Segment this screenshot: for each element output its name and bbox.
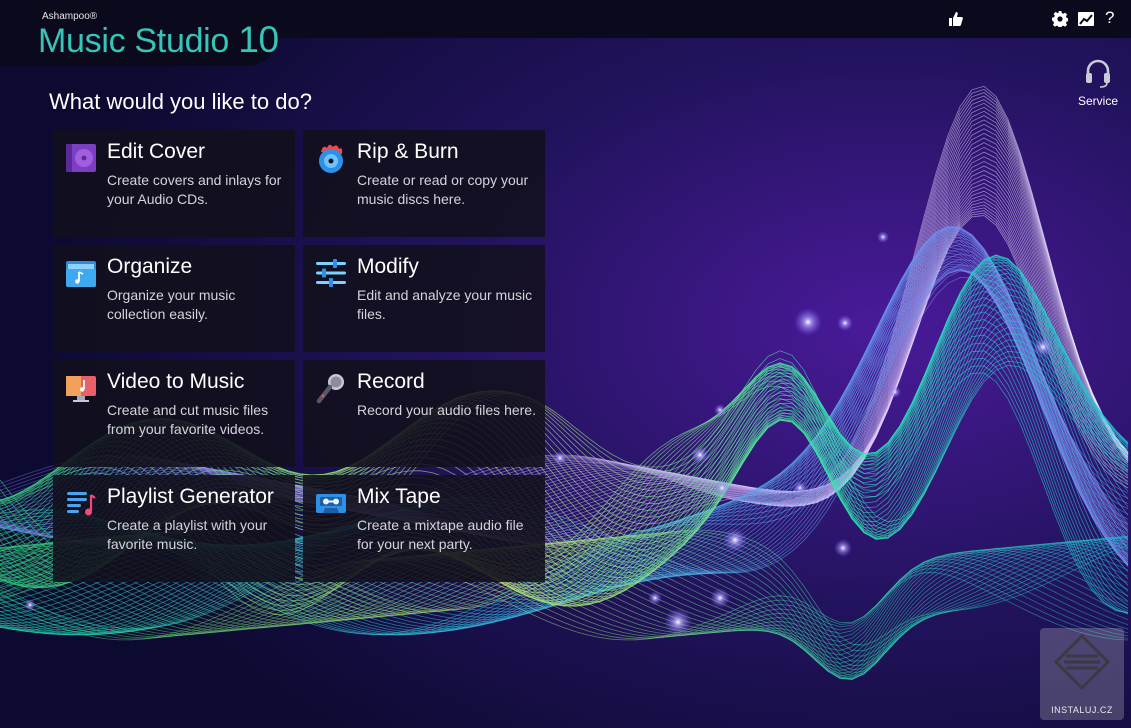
app-name: Music Studio [38,22,230,60]
tile-description: Edit and analyze your music files. [357,287,533,322]
app-logo: Ashampoo® Music Studio 10 [0,0,280,66]
microphone-icon [316,374,344,404]
playlist-icon [67,492,96,516]
tile-edit-cover[interactable]: Edit Cover Create covers and inlays for … [53,130,295,237]
app-version: 10 [238,19,279,60]
tile-title: Organize [107,255,193,278]
tile-organize[interactable]: Organize Organize your music collection … [53,245,295,352]
watermark-emblem-icon [1053,633,1111,691]
disc-case-icon [66,144,96,172]
tile-title: Edit Cover [107,140,206,163]
service-button[interactable]: Service [1071,58,1125,108]
burning-disc-icon [319,144,343,173]
tile-description: Record your audio files here. [357,402,536,418]
app-title: Music Studio 10 [38,19,279,61]
cassette-icon [316,494,346,513]
tile-title: Mix Tape [357,485,441,508]
tile-modify[interactable]: Modify Edit and analyze your music files… [303,245,545,352]
tile-mix-tape[interactable]: Mix Tape Create a mixtape audio file for… [303,475,545,582]
tile-description: Create and cut music files from your fav… [107,402,269,437]
tile-description: Create covers and inlays for your Audio … [107,172,282,207]
service-label: Service [1077,94,1118,108]
task-grid: Edit Cover Create covers and inlays for … [53,130,547,582]
tile-title: Video to Music [107,370,245,393]
tile-title: Record [357,370,425,393]
help-button[interactable]: ? [1105,8,1114,28]
tile-playlist-generator[interactable]: Playlist Generator Create a playlist wit… [53,475,295,582]
tile-video-to-music[interactable]: Video to Music Create and cut music file… [53,360,295,467]
tile-title: Rip & Burn [357,140,459,163]
watermark-logo: INSTALUJ.CZ [1040,628,1124,720]
chart-icon[interactable] [1078,11,1094,27]
tile-description: Create a mixtape audio file for your nex… [357,517,524,552]
tile-title: Playlist Generator [107,485,274,508]
watermark-text: INSTALUJ.CZ [1051,705,1113,715]
tile-rip-burn[interactable]: Rip & Burn Create or read or copy your m… [303,130,545,237]
page-title: What would you like to do? [49,89,312,114]
tile-record[interactable]: Record Record your audio files here. [303,360,545,467]
headset-icon [1086,59,1110,88]
sliders-icon [316,259,346,287]
gear-icon[interactable] [1052,11,1068,27]
video-monitor-icon [66,376,96,402]
tile-title: Modify [357,255,419,278]
music-folder-icon [66,261,96,287]
tile-description: Create or read or copy your music discs … [357,172,529,207]
tile-description: Create a playlist with your favorite mus… [107,517,268,552]
tile-description: Organize your music collection easily. [107,287,236,322]
thumbs-up-icon[interactable] [948,11,964,27]
